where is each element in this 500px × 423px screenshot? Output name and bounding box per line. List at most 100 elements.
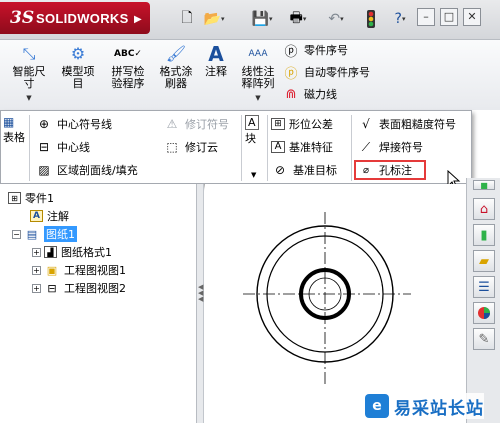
balloon-label: 零件序号 (304, 44, 348, 57)
revision-triangle-icon: ⚠ (166, 117, 178, 131)
weld-symbol-button[interactable]: ⟋ 焊接符号 (357, 138, 423, 156)
feature-tree-pane: ⊞ 零件1 A 注解 − ▤ 图纸1 + ▟ 图纸格式1 + ▣ 工程图视图1 … (0, 184, 197, 423)
chevron-down-icon[interactable]: ▼ (236, 92, 280, 104)
block-icon: A (245, 115, 259, 130)
save-icon[interactable]: 💾 ▾ (248, 8, 276, 30)
datum-target-label: 基准目标 (293, 164, 337, 177)
resource-icon[interactable]: ■ (473, 180, 495, 190)
chevron-down-icon[interactable]: ▼ (10, 92, 48, 104)
balloon-icon: ⓟ (284, 44, 298, 60)
format-painter-button[interactable]: 🖌 格式涂 刷器 (154, 44, 198, 90)
expand-icon[interactable]: + (32, 247, 41, 257)
file-explorer-icon[interactable]: ▰ (473, 250, 495, 272)
tree-item-drawing-view-1-label: 工程图视图1 (64, 264, 126, 277)
tree-item-part[interactable]: ⊞ 零件1 (8, 190, 54, 206)
help-icon[interactable]: ? ▾ (386, 8, 414, 30)
open-folder-icon[interactable]: 📂 ▾ (200, 8, 228, 30)
block-label: 块 (245, 132, 256, 145)
tree-item-drawing-view-2[interactable]: + ⊟ 工程图视图2 (32, 280, 126, 296)
home-icon[interactable]: ⌂ (473, 198, 495, 220)
collapse-arrows-icon[interactable]: ◀ ◀ ◀ (198, 284, 203, 303)
auto-balloon-label: 自动零件序号 (304, 66, 370, 79)
part-icon: ⊞ (8, 192, 21, 204)
collapse-icon[interactable]: − (12, 229, 21, 239)
spell-check-label: 拼写检 验程序 (111, 65, 145, 90)
table-icon: ▦ (3, 115, 15, 129)
surface-finish-button[interactable]: √ 表面粗糙度符号 (357, 115, 456, 133)
tree-item-drawing-view-1[interactable]: + ▣ 工程图视图1 (32, 262, 126, 278)
datum-target-button[interactable]: ⊘ 基准目标 (271, 161, 337, 179)
tree-item-sheet-format[interactable]: + ▟ 图纸格式1 (32, 244, 112, 260)
geometric-tolerance-icon: ⊞ (271, 118, 285, 130)
block-button[interactable]: A 块 (245, 115, 259, 155)
table-button[interactable]: ▦ 表格 (3, 115, 25, 155)
new-document-icon[interactable]: 🗋 (177, 8, 197, 30)
magnet-icon: ⋒ (285, 86, 297, 102)
solidworks-logo[interactable]: 3S SOLIDWORKS ▶ (0, 2, 150, 34)
revision-cloud-icon: ⬚ (166, 140, 178, 154)
tree-item-drawing-view-2-label: 工程图视图2 (64, 282, 126, 295)
menu-arrow-icon[interactable]: ▶ (134, 14, 142, 25)
tree-item-annotations[interactable]: A 注解 (30, 208, 69, 224)
note-button[interactable]: A 注释 (202, 44, 230, 78)
balloon-button[interactable]: ⓟ 零件序号 (282, 40, 348, 60)
revision-cloud-button[interactable]: ⬚ 修订云 (163, 138, 218, 156)
watermark-text: 易采站长站 (394, 398, 484, 419)
model-items-button[interactable]: ⚙ 模型项 目 (56, 44, 100, 90)
model-items-icon: ⚙ (70, 44, 86, 63)
linear-note-pattern-button[interactable]: AAA 线性注 释阵列 ▼ (236, 44, 280, 104)
spell-check-icon: ABC✓ (114, 49, 142, 59)
drawing-canvas[interactable] (205, 184, 466, 423)
center-mark-icon: ⊕ (38, 117, 50, 131)
tree-item-sheet-format-label: 图纸格式1 (61, 246, 112, 259)
divider (351, 115, 352, 181)
expand-icon[interactable]: + (32, 265, 41, 275)
spell-check-button[interactable]: ABC✓ 拼写检 验程序 (106, 44, 150, 90)
revision-cloud-label: 修订云 (185, 141, 218, 154)
watermark-logo: e 易采站长站 (365, 393, 484, 419)
divider (267, 115, 268, 181)
datum-feature-button[interactable]: A 基准特征 (271, 138, 333, 156)
close-button[interactable]: ✕ (463, 8, 481, 26)
model-items-label: 模型项 目 (61, 65, 95, 90)
task-pane-bar: ■ ⌂ ▮ ▰ ☰ ✎ (466, 178, 500, 423)
magnetic-line-button[interactable]: ⋒ 磁力线 (282, 84, 337, 104)
custom-properties-icon[interactable]: ✎ (473, 328, 495, 350)
tree-item-annotations-label: 注解 (47, 210, 69, 223)
hatch-icon: ▨ (38, 163, 50, 177)
print-icon[interactable]: 🖶 ▾ (284, 8, 312, 30)
center-mark-button[interactable]: ⊕ 中心符号线 (35, 115, 112, 133)
surface-finish-icon: √ (362, 117, 370, 131)
smart-dimension-button[interactable]: ⤡ 智能尺 寸 ▼ (10, 44, 48, 104)
tree-item-sheet[interactable]: − ▤ 图纸1 (12, 226, 77, 242)
format-painter-label: 格式涂 刷器 (159, 65, 193, 90)
sheet-icon: ▤ (26, 227, 38, 241)
centerline-icon: ⊟ (38, 140, 50, 154)
area-hatch-button[interactable]: ▨ 区域剖面线/填充 (35, 161, 137, 179)
title-bar: 3S SOLIDWORKS ▶ 🗋 📂 ▾ 💾 ▾ 🖶 ▾ ↶ ▾ ? ▾ – □ ✕ (0, 0, 500, 40)
minimize-button[interactable]: – (417, 8, 435, 26)
table-label: 表格 (3, 131, 25, 144)
weld-symbol-icon: ⟋ (361, 139, 371, 154)
design-library-icon[interactable]: ▮ (473, 224, 495, 246)
pane-splitter[interactable]: ◀ ◀ ◀ (197, 184, 204, 423)
view-palette-icon[interactable]: ☰ (473, 276, 495, 298)
undo-icon[interactable]: ↶ ▾ (322, 8, 350, 30)
surface-finish-label: 表面粗糙度符号 (379, 118, 456, 131)
auto-balloon-button[interactable]: ⓟ 自动零件序号 (282, 62, 370, 82)
centerline-button[interactable]: ⊟ 中心线 (35, 138, 90, 156)
centerline-label: 中心线 (57, 141, 90, 154)
center-mark-label: 中心符号线 (57, 118, 112, 131)
note-icon: A (208, 42, 224, 66)
maximize-button[interactable]: □ (440, 8, 458, 26)
chevron-down-icon[interactable]: ▼ (251, 166, 256, 184)
tree-item-part-label: 零件1 (25, 192, 54, 205)
divider (241, 115, 242, 181)
traffic-light-icon[interactable] (362, 8, 380, 30)
hole-callout-highlight (354, 160, 426, 180)
expand-icon[interactable]: + (32, 283, 41, 293)
appearances-icon[interactable] (473, 302, 495, 324)
magnetic-line-label: 磁力线 (304, 88, 337, 101)
geometric-tolerance-button[interactable]: ⊞ 形位公差 (271, 115, 333, 133)
watermark-mark: e (365, 394, 389, 418)
